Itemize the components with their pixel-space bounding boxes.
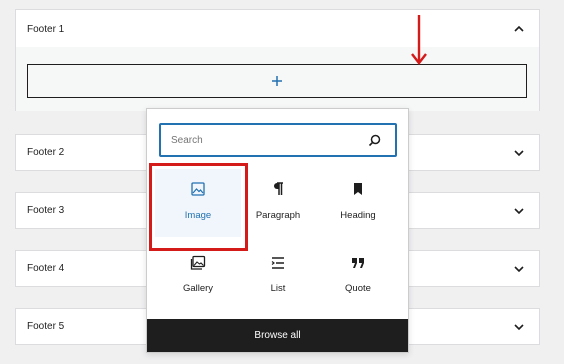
annotation-arrow-icon: [411, 15, 427, 65]
chevron-down-icon[interactable]: [513, 263, 525, 275]
block-label: List: [270, 283, 286, 294]
block-label: Paragraph: [255, 210, 301, 221]
block-heading[interactable]: Heading: [315, 169, 401, 237]
paragraph-icon: [274, 182, 283, 195]
widget-area: [16, 47, 539, 111]
chevron-up-icon[interactable]: [513, 23, 525, 35]
search-input[interactable]: [171, 134, 351, 146]
panel-title[interactable]: Footer 4: [27, 251, 64, 286]
footer-1-panel: Footer 1: [15, 9, 540, 111]
block-gallery[interactable]: Gallery: [155, 239, 241, 307]
add-block-button[interactable]: [27, 64, 527, 98]
block-label: Gallery: [182, 283, 214, 294]
block-label: Image: [184, 210, 212, 221]
chevron-down-icon[interactable]: [513, 147, 525, 159]
panel-title[interactable]: Footer 3: [27, 193, 64, 228]
quote-icon: [352, 258, 364, 268]
plus-icon: [272, 76, 282, 86]
block-label: Quote: [345, 283, 371, 294]
search-box: [159, 123, 397, 157]
gallery-icon: [190, 255, 206, 270]
panel-title[interactable]: Footer 1: [27, 10, 64, 48]
block-quote[interactable]: Quote: [315, 239, 401, 307]
browse-all-button[interactable]: Browse all: [147, 319, 408, 352]
chevron-down-icon[interactable]: [513, 205, 525, 217]
block-list[interactable]: List: [235, 239, 321, 307]
list-icon: [271, 257, 284, 269]
heading-icon: [354, 183, 362, 195]
panel-title[interactable]: Footer 2: [27, 135, 64, 170]
block-image[interactable]: Image: [155, 169, 241, 237]
search-icon[interactable]: [368, 134, 381, 147]
chevron-down-icon[interactable]: [513, 321, 525, 333]
block-inserter-popover: Image Paragraph Heading Gallery List: [146, 108, 409, 353]
block-paragraph[interactable]: Paragraph: [235, 169, 321, 237]
panel-title[interactable]: Footer 5: [27, 309, 64, 344]
block-label: Heading: [340, 210, 376, 221]
image-icon: [191, 182, 205, 196]
